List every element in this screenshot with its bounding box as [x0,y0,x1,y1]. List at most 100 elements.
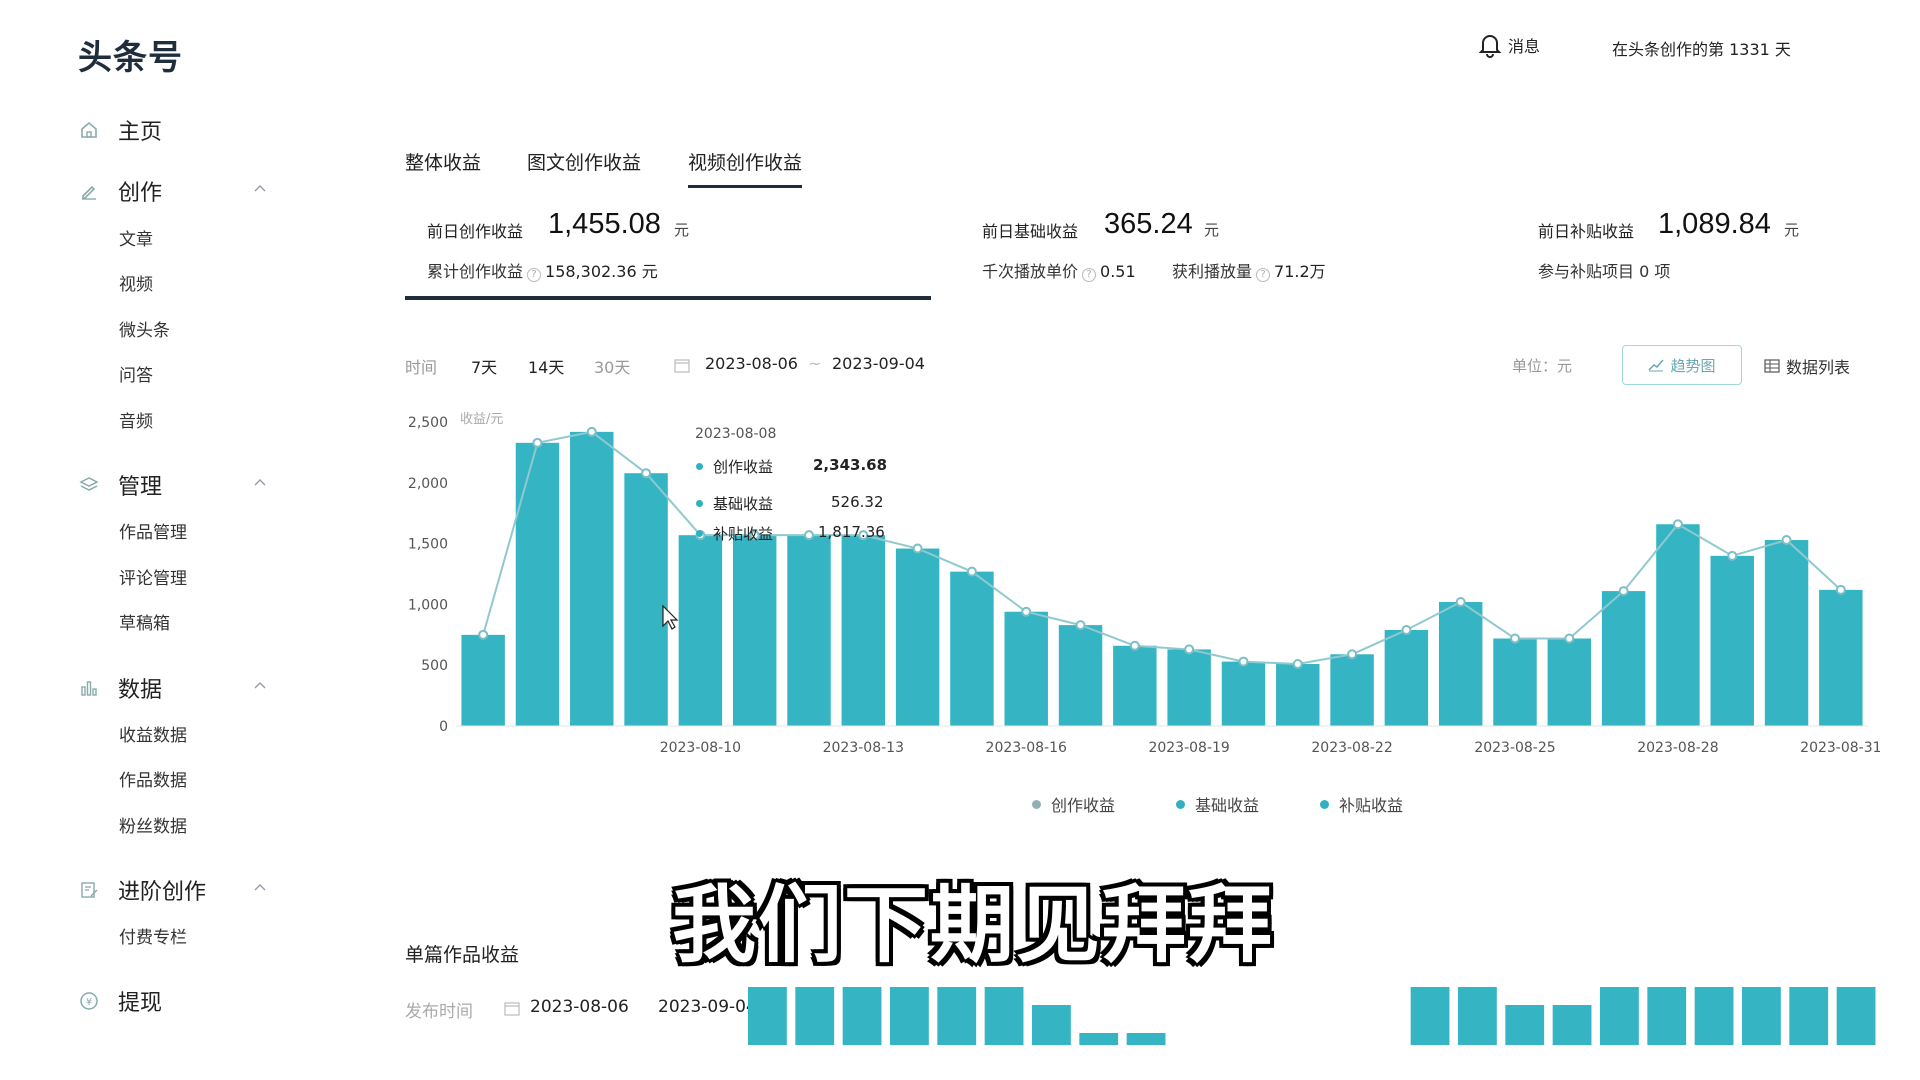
x-tick-label: 2023-08-31 [1800,740,1880,756]
chart-bar[interactable] [1656,524,1700,726]
date-range-start[interactable]: 2023-08-06 [705,354,798,373]
date-range-end[interactable]: 2023-09-04 [832,354,925,373]
trend-chart-button[interactable]: 趋势图 [1622,345,1742,385]
chart-bar[interactable] [1113,645,1157,726]
chart-bar[interactable] [1438,602,1483,726]
series-point[interactable] [966,566,977,577]
chart-bar[interactable] [1058,625,1103,726]
sidebar-item-article[interactable]: 文章 [119,225,153,255]
chart-bar[interactable] [624,473,668,726]
chart-bar[interactable] [1384,629,1429,726]
series-point[interactable] [1292,659,1303,670]
series-point[interactable] [641,468,652,479]
series-point[interactable] [1672,519,1683,530]
series-point[interactable] [804,530,814,541]
sidebar-item-video[interactable]: 视频 [119,270,153,300]
sidebar-item-withdraw[interactable]: ¥ 提现 [78,981,278,1021]
series-point[interactable] [1510,633,1520,644]
pencil-icon [78,180,100,202]
notifications-button[interactable]: 消息 [1478,32,1540,58]
series-point[interactable] [1021,606,1032,617]
tab-article-revenue[interactable]: 图文创作收益 [527,148,641,175]
chevron-up-icon[interactable] [254,882,266,894]
sidebar-item-home[interactable]: 主页 [78,110,278,150]
chart-bar[interactable] [1221,661,1266,726]
strip-bar [984,987,1024,1045]
chevron-up-icon[interactable] [254,477,266,489]
sidebar-group-data[interactable]: 数据 [78,668,278,708]
filter-14-days[interactable]: 14天 [528,354,564,378]
help-icon[interactable]: ? [527,268,542,282]
help-icon[interactable]: ? [1082,268,1097,282]
series-point[interactable] [478,629,489,640]
chart-bar[interactable] [1167,649,1211,726]
chart-bar[interactable] [1493,638,1537,726]
chart-bar[interactable] [1547,638,1592,726]
chart-bar[interactable] [1710,555,1754,726]
series-point[interactable] [1564,633,1575,644]
sidebar-group-create[interactable]: 创作 [78,171,278,211]
series-point[interactable] [532,437,543,448]
series-point[interactable] [1347,649,1358,660]
chart-bar[interactable] [461,634,505,726]
chart-bar[interactable] [950,571,994,726]
paid-plays-value: 71.2万 [1274,262,1326,281]
legend-item-subsidy[interactable]: 补贴收益 [1320,792,1403,816]
chart-bar[interactable] [1601,591,1646,726]
chart-bar[interactable] [732,535,777,726]
sidebar-group-manage[interactable]: 管理 [78,465,278,505]
sidebar-item-revenue-data[interactable]: 收益数据 [119,721,187,751]
tab-video-revenue[interactable]: 视频创作收益 [688,148,803,188]
data-list-button[interactable]: 数据列表 [1764,354,1850,378]
filter-30-days[interactable]: 30天 [594,354,630,378]
help-icon[interactable]: ? [1256,268,1271,282]
app-logo[interactable]: 头条号 [78,30,183,79]
revenue-trend-chart[interactable]: 0 500 1,000 1,500 2,000 2,500 2023-08-10 2023-0… [400,400,1880,820]
series-point[interactable] [1238,656,1249,667]
chart-bar[interactable] [678,535,723,726]
sidebar-group-advanced[interactable]: 进阶创作 [78,870,278,910]
chevron-up-icon[interactable] [254,183,266,195]
tooltip-row: 基础收益 [696,493,773,514]
filter-7-days[interactable]: 7天 [471,354,497,378]
sidebar-label-data: 数据 [118,678,163,703]
chart-bar[interactable] [841,535,886,726]
chart-bar[interactable] [1004,611,1048,726]
sidebar-item-paid-column[interactable]: 付费专栏 [119,923,187,953]
series-point[interactable] [912,543,923,554]
strip-bar [795,987,835,1045]
chart-bar[interactable] [1819,589,1863,726]
series-point[interactable] [1781,535,1792,546]
series-point[interactable] [1129,640,1140,651]
series-point[interactable] [1727,550,1738,561]
legend-item-creation[interactable]: 创作收益 [1032,792,1115,816]
series-point[interactable] [1455,597,1466,608]
chevron-up-icon[interactable] [254,680,266,692]
chart-bar[interactable] [515,442,560,726]
sidebar-item-comments-manage[interactable]: 评论管理 [119,564,187,594]
chart-bar[interactable] [1764,540,1809,726]
series-point[interactable] [1618,586,1629,597]
series-point[interactable] [1835,584,1846,595]
series-point[interactable] [1075,620,1086,631]
legend-dot [1032,799,1041,809]
chart-bar[interactable] [895,548,940,726]
legend-item-basic[interactable]: 基础收益 [1176,792,1259,816]
sidebar-item-drafts[interactable]: 草稿箱 [119,609,170,639]
chart-bar[interactable] [1276,664,1320,726]
chart-bar[interactable] [570,431,614,726]
sidebar-item-qa[interactable]: 问答 [119,361,153,391]
tab-overall-revenue[interactable]: 整体收益 [405,148,481,175]
series-point[interactable] [586,426,597,437]
series-point[interactable] [1184,644,1195,655]
series-point[interactable] [1401,624,1412,635]
calendar-icon[interactable] [674,357,690,373]
sidebar-item-audio[interactable]: 音频 [119,407,153,437]
sidebar-item-works-manage[interactable]: 作品管理 [119,518,187,548]
sidebar-item-micro-post[interactable]: 微头条 [119,316,170,346]
creator-days: 在头条创作的第 1331 天 [1612,40,1791,59]
sidebar-item-works-data[interactable]: 作品数据 [119,766,187,796]
sidebar-item-fans-data[interactable]: 粉丝数据 [119,812,187,842]
chart-bar[interactable] [787,535,831,726]
chart-bar[interactable] [1330,654,1374,726]
